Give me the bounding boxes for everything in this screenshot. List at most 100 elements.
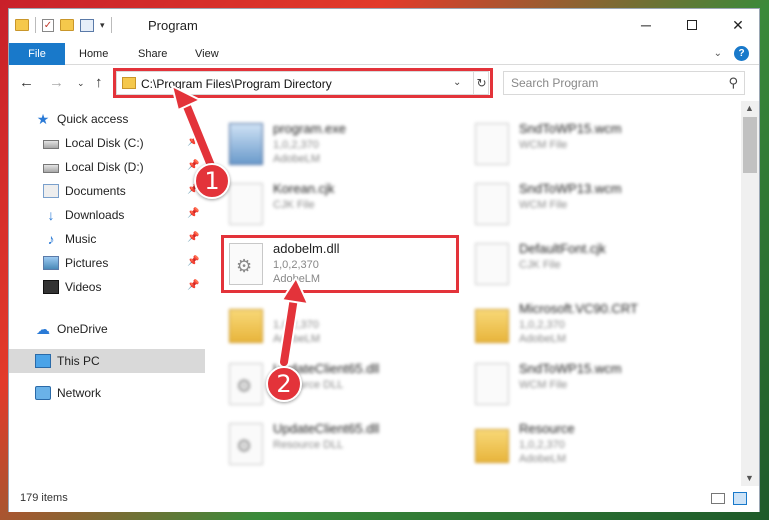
document-icon (475, 363, 509, 405)
address-bar-highlight (113, 68, 493, 98)
file-tile[interactable]: Resource 1,0,2,370 AdobeLM (467, 415, 707, 473)
sidebar-item-music[interactable]: ♪ Music 📌 (9, 227, 205, 251)
expand-ribbon-chevron-icon[interactable]: ⌄ (714, 48, 722, 59)
file-detail: CJK File (273, 199, 315, 211)
sidebar-item-onedrive[interactable]: ☁ OneDrive (9, 317, 205, 341)
file-detail: WCM File (519, 199, 568, 211)
window-title: Program (148, 18, 198, 33)
details-view-icon[interactable] (711, 493, 725, 504)
quick-access-toolbar: ✓ ▾ (15, 17, 112, 33)
sidebar-item-network[interactable]: Network (9, 381, 205, 405)
sidebar-item-local-disk-d[interactable]: Local Disk (D:) 📌 (9, 155, 205, 179)
document-icon (475, 183, 509, 225)
file-detail: 1,0,2,370 (519, 439, 565, 451)
star-icon: ★ (36, 111, 50, 127)
pin-icon[interactable]: 📌 (187, 136, 199, 147)
sidebar-item-quick-access[interactable]: ★ Quick access (9, 107, 205, 131)
file-name: UpdateClient65.dll (273, 421, 380, 436)
pin-icon[interactable]: 📌 (187, 280, 199, 291)
recent-locations-chevron-icon[interactable]: ⌄ (77, 78, 85, 89)
film-icon (43, 280, 59, 294)
file-name: Resource (519, 421, 575, 436)
pictures-icon (43, 256, 59, 270)
status-bar: 179 items (9, 486, 759, 512)
item-count: 179 items (20, 492, 68, 504)
file-tile[interactable]: program.exe 1,0,2,370 AdobeLM (221, 115, 461, 173)
document-icon (229, 183, 263, 225)
file-detail: WCM File (519, 139, 568, 151)
properties-check-icon[interactable]: ✓ (42, 18, 54, 32)
sidebar-item-pictures[interactable]: Pictures 📌 (9, 251, 205, 275)
file-name: SndToWP13.wcm (519, 181, 622, 196)
sidebar-item-label: Videos (65, 280, 102, 294)
sidebar-item-local-disk-c[interactable]: Local Disk (C:) 📌 (9, 131, 205, 155)
tab-view[interactable]: View (195, 43, 219, 65)
file-explorer-window: ✓ ▾ Program ─ ✕ File Home Share View ⌄ ?… (8, 8, 760, 512)
toolbar-divider (35, 17, 36, 33)
pin-icon[interactable]: 📌 (187, 232, 199, 243)
file-detail: AdobeLM (519, 453, 567, 465)
file-name: Korean.cjk (273, 181, 335, 196)
file-list: program.exe 1,0,2,370 AdobeLM SndToWP15.… (205, 101, 741, 486)
search-input[interactable] (504, 72, 714, 94)
file-tile[interactable]: Microsoft.VC90.CRT 1,0,2,370 AdobeLM (467, 295, 707, 353)
search-icon[interactable]: ⚲ (728, 75, 738, 91)
scroll-thumb[interactable] (743, 117, 757, 173)
cloud-icon: ☁ (36, 321, 50, 337)
search-box[interactable]: ⚲ (503, 71, 745, 95)
file-name: SndToWP15.wcm (519, 361, 622, 376)
minimize-button[interactable]: ─ (623, 9, 669, 41)
file-detail: 1,0,2,370 (519, 319, 565, 331)
toolbar-divider (110, 17, 112, 33)
title-bar: ✓ ▾ Program ─ ✕ (9, 9, 759, 43)
sidebar-item-label: OneDrive (57, 322, 108, 336)
dll-gear-icon (229, 423, 263, 465)
pin-icon[interactable]: 📌 (187, 208, 199, 219)
ribbon-controls: ⌄ ? (714, 46, 749, 61)
monitor-icon (35, 354, 51, 368)
large-icons-view-icon[interactable] (733, 492, 747, 505)
customize-toolbar-chevron-icon[interactable]: ▾ (100, 20, 105, 31)
file-tile[interactable]: UpdateClient65.dll Resource DLL (221, 415, 461, 473)
up-arrow-icon[interactable]: ↑ (95, 74, 103, 91)
ribbon-tabs: File Home Share View ⌄ ? (9, 43, 759, 101)
file-detail: Resource DLL (273, 439, 344, 451)
tab-home[interactable]: Home (79, 43, 108, 65)
navigation-pane: ★ Quick access Local Disk (C:) 📌 Local D… (9, 101, 205, 486)
scroll-down-arrow-icon[interactable]: ▼ (745, 473, 754, 483)
folder-icon[interactable] (15, 19, 29, 31)
close-button[interactable]: ✕ (715, 9, 761, 41)
back-arrow-icon[interactable]: ← (19, 74, 34, 91)
maximize-button[interactable] (669, 9, 715, 41)
sidebar-item-label: Downloads (65, 208, 125, 222)
pin-icon[interactable]: 📌 (187, 256, 199, 267)
sidebar-item-this-pc[interactable]: This PC (9, 349, 205, 373)
vertical-scrollbar[interactable]: ▲ ▼ (741, 101, 759, 486)
file-tile[interactable]: SndToWP15.wcm WCM File (467, 115, 707, 173)
file-tile[interactable]: UpdateClient65.dll Resource DLL (221, 355, 461, 413)
file-tile[interactable]: 1,0,2,370 AdobeLM (221, 295, 461, 353)
forward-arrow-icon[interactable]: → (49, 74, 64, 91)
sidebar-item-label: Documents (65, 184, 126, 198)
sidebar-item-label: Local Disk (C:) (65, 136, 144, 150)
navigation-bar: ← → ⌄ ↑ C:\Program Files\Program Directo… (9, 65, 759, 101)
tab-share[interactable]: Share (138, 43, 167, 65)
scroll-up-arrow-icon[interactable]: ▲ (745, 103, 754, 113)
file-tile[interactable]: DefaultFont.cjk CJK File (467, 235, 707, 293)
file-tile[interactable]: SndToWP13.wcm WCM File (467, 175, 707, 233)
help-icon[interactable]: ? (734, 46, 749, 61)
file-detail: AdobeLM (273, 333, 321, 345)
document-icon (475, 123, 509, 165)
properties-icon[interactable] (80, 18, 94, 32)
sidebar-item-label: Music (65, 232, 97, 246)
new-folder-icon[interactable] (60, 19, 74, 31)
file-tile[interactable]: SndToWP15.wcm WCM File (467, 355, 707, 413)
sidebar-item-label: This PC (57, 354, 100, 368)
dll-gear-icon (229, 363, 263, 405)
sidebar-item-documents[interactable]: Documents 📌 (9, 179, 205, 203)
file-name: DefaultFont.cjk (519, 241, 606, 256)
sidebar-item-videos[interactable]: Videos 📌 (9, 275, 205, 299)
file-tile[interactable]: Korean.cjk CJK File (221, 175, 461, 233)
sidebar-item-label: Pictures (65, 256, 109, 270)
sidebar-item-downloads[interactable]: ↓ Downloads 📌 (9, 203, 205, 227)
